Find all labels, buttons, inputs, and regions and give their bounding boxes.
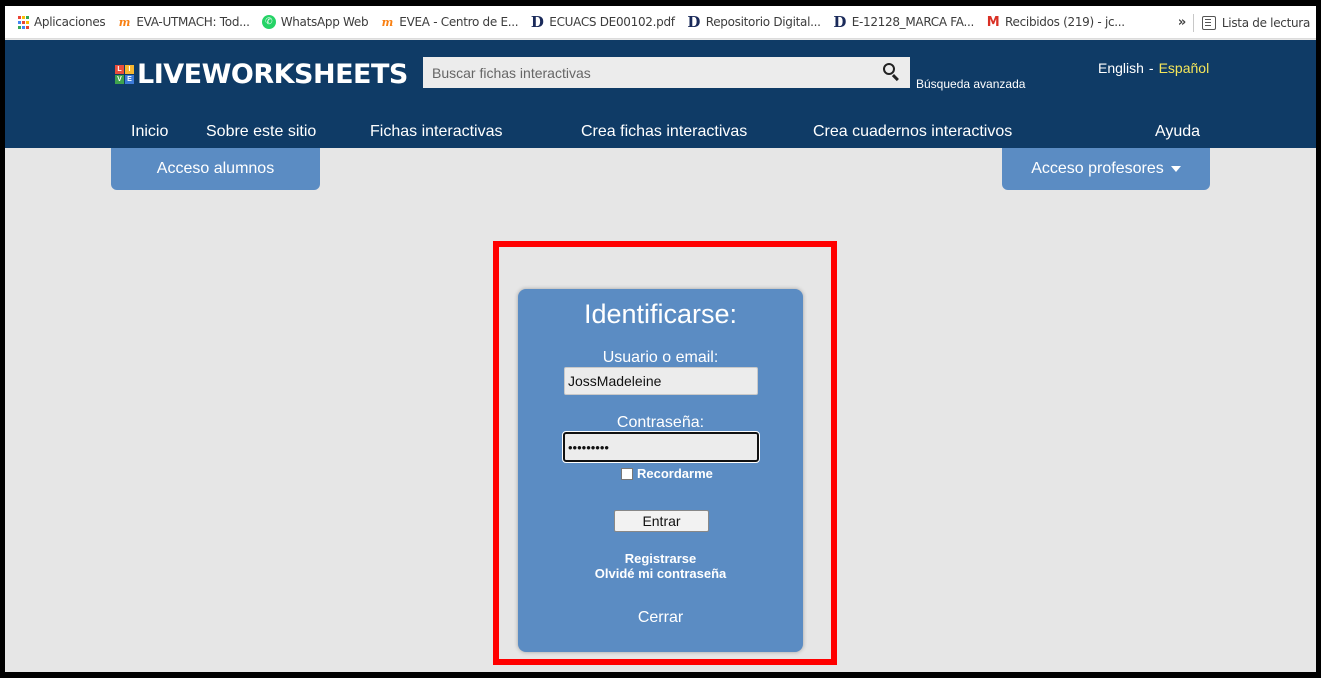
- nav-crea-cuadernos[interactable]: Crea cuadernos interactivos: [813, 123, 1012, 141]
- login-button[interactable]: Entrar: [614, 510, 709, 532]
- forgot-password-link[interactable]: Olvidé mi contraseña: [518, 566, 803, 581]
- bookmark-whatsapp[interactable]: ✆ WhatsApp Web: [261, 15, 369, 29]
- bookmark-label: WhatsApp Web: [280, 15, 369, 29]
- bookmark-recibidos[interactable]: M Recibidos (219) - jc...: [986, 14, 1125, 30]
- remember-label: Recordarme: [637, 466, 713, 481]
- bookmark-label: Repositorio Digital...: [705, 15, 821, 29]
- close-link[interactable]: Cerrar: [518, 609, 803, 627]
- main-nav: Inicio Sobre este sitio Fichas interacti…: [5, 112, 1316, 148]
- search-input[interactable]: [423, 57, 863, 88]
- apps-grid-icon: [17, 15, 29, 29]
- logo-mark-letter: I: [125, 65, 134, 74]
- site-logo[interactable]: L I V E LIVEWORKSHEETS: [115, 59, 408, 90]
- password-label: Contraseña:: [616, 414, 705, 431]
- password-field[interactable]: [562, 431, 760, 463]
- bookmark-aplicaciones[interactable]: Aplicaciones: [17, 15, 106, 29]
- nav-ayuda[interactable]: Ayuda: [1155, 123, 1200, 141]
- bookmark-label: ECUACS DE00102.pdf: [549, 15, 675, 29]
- moodle-icon: m: [118, 15, 131, 29]
- remember-checkbox[interactable]: [621, 467, 633, 480]
- bookmarks-divider: [1193, 14, 1194, 32]
- bookmark-e12128[interactable]: D E-12128_MARCA FA...: [833, 13, 975, 31]
- nav-crea-fichas[interactable]: Crea fichas interactivas: [581, 123, 747, 141]
- bookmark-label: E-12128_MARCA FA...: [851, 15, 975, 29]
- bookmark-eva-utmach[interactable]: m EVA-UTMACH: Tod...: [117, 15, 250, 29]
- language-switcher: English - Español: [1098, 60, 1209, 76]
- nav-sobre-este-sitio[interactable]: Sobre este sitio: [206, 123, 316, 141]
- dspace-icon: D: [530, 13, 544, 31]
- teacher-access-label: Acceso profesores: [1031, 160, 1164, 177]
- reading-list-label: Lista de lectura: [1221, 15, 1310, 30]
- bookmark-label: EVA-UTMACH: Tod...: [136, 15, 250, 29]
- dspace-icon: D: [833, 13, 847, 31]
- bookmarks-bar: Aplicaciones m EVA-UTMACH: Tod... ✆ What…: [5, 6, 1316, 39]
- username-label: Usuario o email:: [602, 349, 719, 366]
- logo-mark-letter: L: [115, 65, 124, 74]
- nav-inicio[interactable]: Inicio: [131, 123, 168, 141]
- advanced-search-link[interactable]: Búsqueda avanzada: [916, 77, 1025, 91]
- username-field[interactable]: [564, 367, 758, 395]
- remember-me[interactable]: Recordarme: [621, 466, 713, 481]
- lang-english-link[interactable]: English: [1098, 60, 1144, 76]
- student-access-tab[interactable]: Acceso alumnos: [111, 148, 320, 190]
- bookmark-label: Recibidos (219) - jc...: [1005, 15, 1125, 29]
- bookmark-evea[interactable]: m EVEA - Centro de E...: [380, 15, 519, 29]
- site-header: L I V E LIVEWORKSHEETS Búsqueda avanzada…: [5, 40, 1316, 148]
- search-icon[interactable]: [882, 62, 902, 82]
- whatsapp-icon: ✆: [261, 15, 276, 29]
- reading-list-icon: [1201, 15, 1216, 30]
- lang-espanol-link[interactable]: Español: [1159, 60, 1210, 76]
- bookmark-label: Aplicaciones: [34, 15, 106, 29]
- logo-text: LIVEWORKSHEETS: [137, 59, 408, 90]
- student-access-label: Acceso alumnos: [156, 160, 275, 177]
- gmail-icon: M: [986, 14, 1000, 30]
- caret-down-icon: [1170, 166, 1181, 172]
- teacher-access-tab[interactable]: Acceso profesores: [1002, 148, 1210, 190]
- logo-mark-letter: V: [115, 75, 124, 84]
- nav-fichas-interactivas[interactable]: Fichas interactivas: [370, 123, 503, 141]
- login-panel: Identificarse: Usuario o email: Contrase…: [518, 289, 803, 652]
- browser-viewport: Aplicaciones m EVA-UTMACH: Tod... ✆ What…: [5, 6, 1316, 672]
- login-title: Identificarse:: [583, 299, 738, 329]
- dspace-icon: D: [687, 13, 701, 31]
- bookmark-repositorio[interactable]: D Repositorio Digital...: [687, 13, 821, 31]
- search-bar: [423, 57, 910, 88]
- reading-list-button[interactable]: Lista de lectura: [1201, 6, 1310, 39]
- bookmark-label: EVEA - Centro de E...: [399, 15, 519, 29]
- register-link[interactable]: Registrarse: [518, 551, 803, 566]
- logo-mark-letter: E: [125, 75, 134, 84]
- moodle-icon: m: [381, 15, 394, 29]
- lang-separator: -: [1148, 60, 1154, 76]
- bookmark-ecuacs[interactable]: D ECUACS DE00102.pdf: [530, 13, 675, 31]
- bookmarks-overflow-button[interactable]: »: [1178, 15, 1186, 30]
- logo-mark-icon: L I V E: [115, 65, 134, 84]
